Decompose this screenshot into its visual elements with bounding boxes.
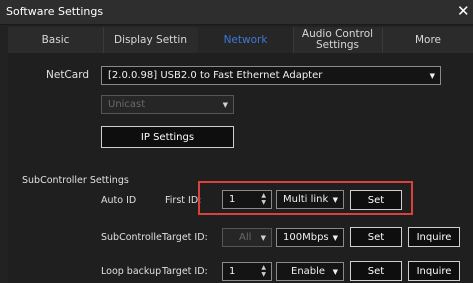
auto-id-set-button[interactable]: Set [350, 190, 402, 210]
subcontroller-target-value: All [239, 232, 252, 243]
spinner-arrows-icon[interactable]: ▲ ▼ [261, 264, 266, 278]
tab-bar: Basic Display Settin Network Audio Contr… [8, 27, 473, 53]
first-id-spinner[interactable]: 1 ▲ ▼ [222, 190, 272, 209]
loop-backup-label: Loop backup [101, 266, 162, 277]
tab-display-settings[interactable]: Display Settin [103, 27, 199, 53]
subcontroller-inquire-button[interactable]: Inquire [408, 227, 460, 247]
dropdown-arrow-icon: ▼ [429, 71, 435, 80]
speed-value: 100Mbps [283, 232, 329, 243]
tab-more[interactable]: More [383, 27, 473, 53]
subcontroller-label: SubControlle [101, 232, 162, 243]
window-title: Software Settings [6, 5, 104, 18]
loop-backup-enable-select[interactable]: Enable ▼ [276, 262, 344, 281]
dropdown-arrow-icon: ▼ [222, 100, 228, 109]
subcontroller-target-select: All ▼ [222, 228, 272, 247]
link-mode-select[interactable]: Multi link ▼ [276, 190, 344, 209]
spinner-arrows-icon[interactable]: ▲ ▼ [261, 192, 266, 206]
loop-backup-target-value: 1 [229, 266, 236, 277]
loop-backup-enable-value: Enable [291, 266, 326, 277]
ip-settings-button[interactable]: IP Settings [101, 126, 234, 148]
close-icon[interactable]: ✕ [457, 2, 470, 20]
tab-basic[interactable]: Basic [8, 27, 104, 53]
auto-id-label: Auto ID [101, 195, 137, 206]
first-id-value: 1 [229, 194, 236, 205]
loop-backup-target-id-label: Target ID: [162, 266, 208, 277]
tab-audio-control-settings[interactable]: Audio Control Settings [293, 27, 383, 53]
first-id-label: First ID: [165, 195, 202, 206]
tab-network[interactable]: Network [198, 27, 294, 53]
subcontroller-section-title: SubController Settings [22, 175, 129, 186]
speed-select[interactable]: 100Mbps ▼ [276, 228, 344, 247]
cast-mode-select: Unicast ▼ [101, 95, 234, 114]
netcard-value: [2.0.0.98] USB2.0 to Fast Ethernet Adapt… [108, 70, 323, 81]
loop-backup-inquire-button[interactable]: Inquire [408, 261, 460, 281]
netcard-select[interactable]: [2.0.0.98] USB2.0 to Fast Ethernet Adapt… [101, 66, 441, 85]
dropdown-arrow-icon: ▼ [332, 195, 338, 204]
loop-backup-target-spinner[interactable]: 1 ▲ ▼ [222, 262, 272, 281]
loop-backup-set-button[interactable]: Set [350, 261, 402, 281]
subcontroller-set-button[interactable]: Set [350, 227, 402, 247]
cast-mode-value: Unicast [108, 99, 146, 110]
netcard-label: NetCard [46, 69, 89, 81]
network-panel [8, 53, 473, 283]
link-mode-value: Multi link [283, 194, 329, 205]
dropdown-arrow-icon: ▼ [332, 267, 338, 276]
dropdown-arrow-icon: ▼ [260, 233, 266, 242]
subcontroller-target-id-label: Target ID: [162, 232, 208, 243]
dropdown-arrow-icon: ▼ [332, 233, 338, 242]
